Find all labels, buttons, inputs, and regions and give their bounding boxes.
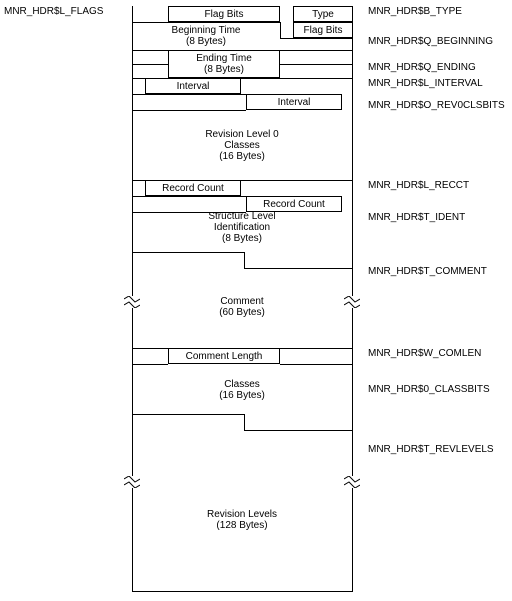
ident-bot-left bbox=[132, 252, 244, 253]
text: Comment Length bbox=[186, 351, 263, 362]
text: Classes bbox=[224, 379, 260, 390]
text: Flag Bits bbox=[304, 25, 343, 36]
cell-interval-left: Interval bbox=[145, 78, 241, 94]
text: MNR_HDR$0_CLASSBITS bbox=[368, 384, 490, 395]
text: Flag Bits bbox=[205, 9, 244, 20]
label-right-rev0: MNR_HDR$O_REV0CLSBITS bbox=[368, 100, 508, 111]
text: MNR_HDR$L_RECCT bbox=[368, 180, 469, 191]
text: Interval bbox=[177, 81, 210, 92]
comlen-step bbox=[280, 364, 353, 365]
text: Structure Level bbox=[208, 211, 275, 222]
text: (8 Bytes) bbox=[186, 36, 226, 47]
text: Identification bbox=[214, 222, 270, 233]
text: MNR_HDR$T_REVLEVELS bbox=[368, 444, 494, 455]
text: MNR_HDR$O_REV0CLSBITS bbox=[368, 100, 505, 111]
label-right-classbits: MNR_HDR$0_CLASSBITS bbox=[368, 384, 508, 395]
label-left-flags: MNR_HDR$L_FLAGS bbox=[4, 6, 124, 17]
ending-step-left bbox=[132, 64, 168, 65]
text: Beginning Time bbox=[172, 25, 241, 36]
cell-revlevels: Revision Levels (128 Bytes) bbox=[132, 500, 352, 540]
cell-comlen: Comment Length bbox=[168, 348, 280, 364]
text: Revision Levels bbox=[207, 509, 277, 520]
cell-rev0: Revision Level 0 Classes (16 Bytes) bbox=[132, 118, 352, 173]
cell-flag-bits-1: Flag Bits bbox=[168, 6, 280, 22]
text: MNR_HDR$Q_BEGINNING bbox=[368, 36, 493, 47]
text: Record Count bbox=[162, 183, 224, 194]
text: Ending Time bbox=[196, 53, 252, 64]
text: MNR_HDR$L_FLAGS bbox=[4, 6, 103, 17]
cell-interval-right: Interval bbox=[246, 94, 342, 110]
text: (60 Bytes) bbox=[219, 307, 265, 318]
label-right-type: MNR_HDR$B_TYPE bbox=[368, 6, 508, 17]
cell-comment: Comment (60 Bytes) bbox=[132, 282, 352, 332]
text: (128 Bytes) bbox=[216, 520, 267, 531]
cell-recct-left: Record Count bbox=[145, 180, 241, 196]
label-right-comment: MNR_HDR$T_COMMENT bbox=[368, 266, 508, 277]
text: MNR_HDR$T_IDENT bbox=[368, 212, 465, 223]
cell-flag-bits-2: Flag Bits bbox=[293, 22, 353, 38]
label-right-recct: MNR_HDR$L_RECCT bbox=[368, 180, 508, 191]
diagram-wrap: Flag Bits Type Flag Bits Beginning Time … bbox=[0, 0, 512, 601]
break-right-2 bbox=[344, 476, 360, 488]
text: (8 Bytes) bbox=[204, 64, 244, 75]
bottom-line bbox=[132, 591, 353, 592]
ident-bot-right bbox=[244, 268, 353, 269]
interval-mid bbox=[132, 94, 246, 95]
break-right-1 bbox=[344, 296, 360, 308]
text: MNR_HDR$B_TYPE bbox=[368, 6, 462, 17]
rev0-top-left bbox=[132, 110, 246, 111]
text: (16 Bytes) bbox=[219, 390, 265, 401]
label-right-interval: MNR_HDR$L_INTERVAL bbox=[368, 78, 508, 89]
break-left-2 bbox=[124, 476, 140, 488]
ending-step-right bbox=[280, 64, 353, 65]
classes-bot-right bbox=[244, 430, 353, 431]
text: (16 Bytes) bbox=[219, 151, 265, 162]
cell-ident: Structure Level Identification (8 Bytes) bbox=[132, 206, 352, 248]
cell-type: Type bbox=[293, 6, 353, 22]
label-right-revlevels: MNR_HDR$T_REVLEVELS bbox=[368, 444, 508, 455]
ident-step-v bbox=[244, 252, 245, 268]
comlen-left-step bbox=[132, 364, 168, 365]
break-left-1 bbox=[124, 296, 140, 308]
cell-classes: Classes (16 Bytes) bbox=[132, 370, 352, 410]
label-right-comlen: MNR_HDR$W_COMLEN bbox=[368, 348, 508, 359]
text: Interval bbox=[278, 97, 311, 108]
label-right-ending: MNR_HDR$Q_ENDING bbox=[368, 62, 508, 73]
text: Revision Level 0 bbox=[205, 129, 278, 140]
beg-right-upper bbox=[280, 22, 281, 38]
label-right-ident: MNR_HDR$T_IDENT bbox=[368, 212, 508, 223]
label-right-beginning: MNR_HDR$Q_BEGINNING bbox=[368, 36, 508, 47]
text: Classes bbox=[224, 140, 260, 151]
text: (8 Bytes) bbox=[222, 233, 262, 244]
classes-bot-left bbox=[132, 414, 244, 415]
text: Comment bbox=[220, 296, 263, 307]
text: MNR_HDR$L_INTERVAL bbox=[368, 78, 483, 89]
classes-step-v bbox=[244, 414, 245, 430]
text: Type bbox=[312, 9, 334, 20]
recct-mid bbox=[132, 196, 246, 197]
cell-ending-top: Ending Time (8 Bytes) bbox=[168, 50, 280, 78]
beg-step bbox=[280, 38, 353, 39]
text: MNR_HDR$Q_ENDING bbox=[368, 62, 476, 73]
cell-beginning: Beginning Time (8 Bytes) bbox=[132, 22, 280, 50]
text: MNR_HDR$T_COMMENT bbox=[368, 266, 487, 277]
text: MNR_HDR$W_COMLEN bbox=[368, 348, 481, 359]
